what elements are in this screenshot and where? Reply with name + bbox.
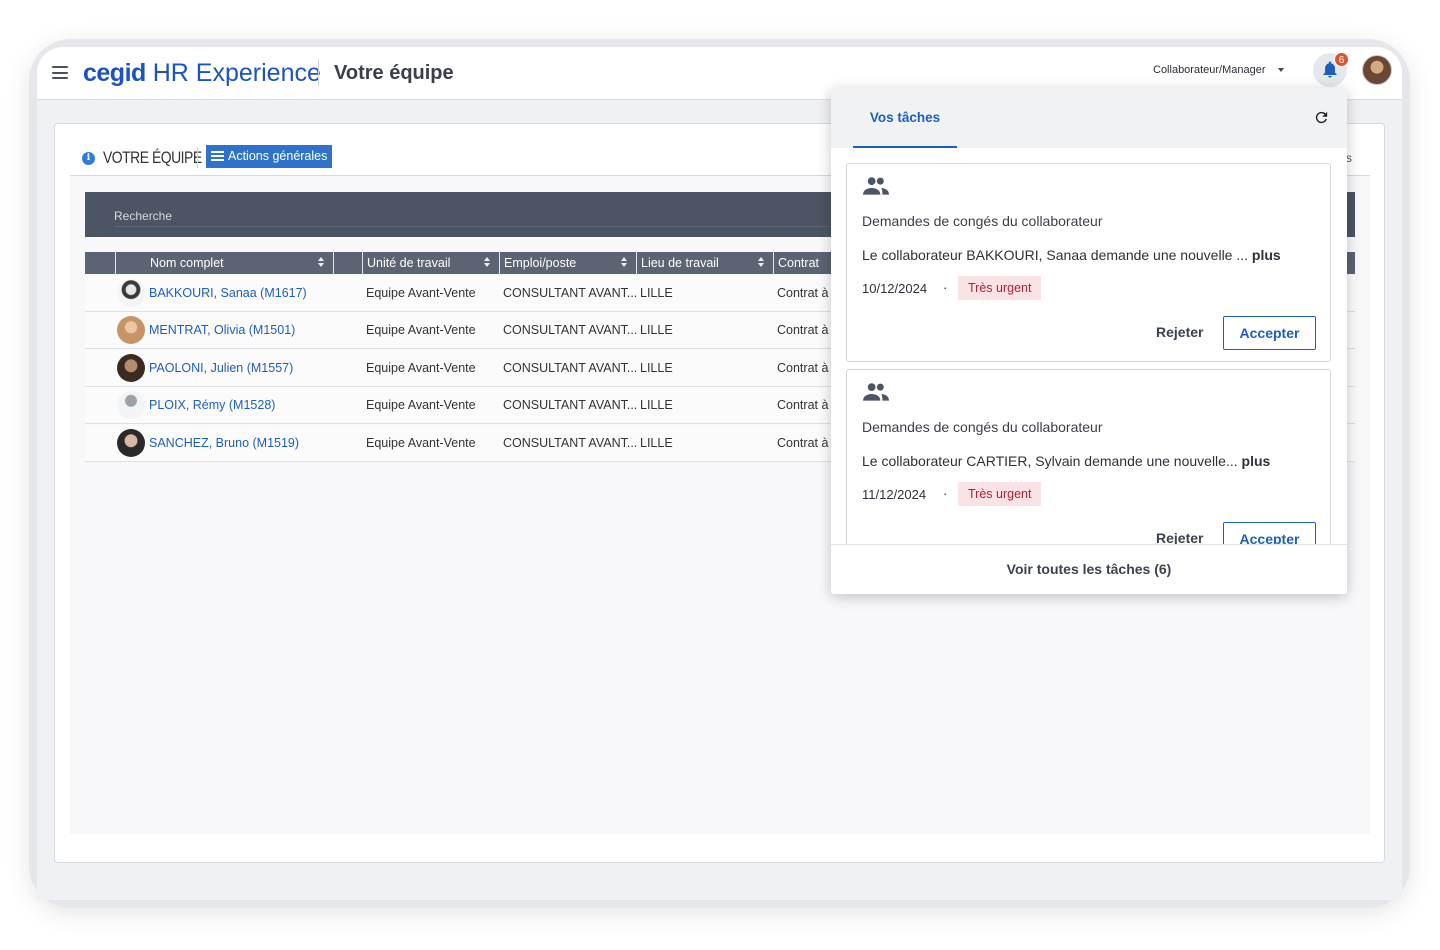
panel-title: VOTRE ÉQUIPE — [103, 148, 202, 167]
general-actions-button[interactable]: Actions générales — [206, 145, 333, 168]
accept-button[interactable]: Accepter — [1223, 316, 1316, 350]
task-description: Le collaborateur CARTIER, Sylvain demand… — [862, 453, 1271, 469]
more-link[interactable]: plus — [1242, 453, 1271, 469]
tasks-dropdown: Vos tâches Demandes de congés du collabo… — [831, 88, 1347, 594]
user-avatar[interactable] — [1362, 55, 1392, 85]
more-link[interactable]: plus — [1252, 247, 1281, 263]
sort-icon — [758, 257, 765, 268]
contract-cell: Contrat à — [777, 361, 829, 375]
unit-cell: Equipe Avant-Vente — [366, 323, 476, 337]
info-icon[interactable]: i — [82, 152, 95, 165]
avatar — [117, 429, 145, 457]
job-cell: CONSULTANT AVANT... — [503, 286, 638, 300]
sort-icon — [621, 257, 628, 268]
column-header-spacer — [333, 252, 362, 274]
separator-dot: · — [943, 280, 948, 295]
avatar — [117, 391, 145, 419]
reject-button[interactable]: Rejeter — [1156, 324, 1203, 340]
avatar — [117, 354, 145, 382]
people-icon — [863, 383, 889, 401]
menu-icon[interactable] — [52, 66, 68, 79]
avatar — [117, 316, 145, 344]
people-icon — [863, 177, 889, 195]
column-header-job[interactable]: Emploi/poste — [499, 252, 636, 274]
role-selector[interactable]: Collaborateur/Manager — [1153, 64, 1284, 76]
contract-cell: Contrat à — [777, 323, 829, 337]
task-date: 11/12/2024 — [862, 487, 927, 502]
page-title: Votre équipe — [334, 62, 454, 84]
task-card: Demandes de congés du collaborateur Le c… — [846, 369, 1331, 544]
role-label: Collaborateur/Manager — [1153, 64, 1266, 76]
unit-cell: Equipe Avant-Vente — [366, 361, 476, 375]
general-actions-label: Actions générales — [228, 149, 328, 163]
avatar — [117, 279, 145, 307]
logo-brand: cegid — [83, 59, 146, 87]
place-cell: LILLE — [640, 398, 673, 412]
task-date: 10/12/2024 — [862, 281, 928, 296]
place-cell: LILLE — [640, 436, 673, 450]
contract-cell: Contrat à — [777, 286, 829, 300]
header-divider — [197, 147, 198, 168]
column-header-unit[interactable]: Unité de travail — [362, 252, 499, 274]
unit-cell: Equipe Avant-Vente — [366, 286, 476, 300]
view-all-tasks-link[interactable]: Voir toutes les tâches (6) — [831, 544, 1347, 594]
tab-your-tasks[interactable]: Vos tâches — [853, 88, 957, 148]
place-cell: LILLE — [640, 361, 673, 375]
unit-cell: Equipe Avant-Vente — [366, 436, 476, 450]
reject-button[interactable]: Rejeter — [1156, 530, 1203, 544]
refresh-icon[interactable] — [1313, 109, 1330, 126]
employee-name-link[interactable]: MENTRAT, Olivia (M1501) — [149, 323, 295, 337]
notification-badge: 6 — [1334, 52, 1349, 67]
app-screen: cegid HR Experience Votre équipe Collabo… — [37, 47, 1402, 900]
job-cell: CONSULTANT AVANT... — [503, 323, 638, 337]
job-cell: CONSULTANT AVANT... — [503, 436, 638, 450]
notifications-button[interactable]: 6 — [1313, 52, 1349, 87]
task-title: Demandes de congés du collaborateur — [862, 419, 1103, 435]
employee-name-link[interactable]: SANCHEZ, Bruno (M1519) — [149, 436, 299, 450]
accept-button[interactable]: Accepter — [1223, 522, 1316, 544]
app-logo[interactable]: cegid HR Experience — [83, 58, 321, 88]
search-input[interactable] — [114, 205, 874, 227]
task-card: Demandes de congés du collaborateur Le c… — [846, 163, 1331, 362]
job-cell: CONSULTANT AVANT... — [503, 398, 638, 412]
employee-name-link[interactable]: BAKKOURI, Sanaa (M1617) — [149, 286, 307, 300]
title-divider — [318, 59, 319, 86]
employee-name-link[interactable]: PLOIX, Rémy (M1528) — [149, 398, 275, 412]
job-cell: CONSULTANT AVANT... — [503, 361, 638, 375]
contract-cell: Contrat à — [777, 436, 829, 450]
list-icon — [211, 151, 224, 161]
place-cell: LILLE — [640, 286, 673, 300]
sort-icon — [484, 257, 491, 268]
logo-product: HR Experience — [152, 59, 321, 87]
task-description: Le collaborateur BAKKOURI, Sanaa demande… — [862, 247, 1281, 263]
column-header-place[interactable]: Lieu de travail — [636, 252, 773, 274]
priority-badge: Très urgent — [958, 276, 1042, 300]
contract-cell: Contrat à — [777, 398, 829, 412]
chevron-down-icon — [1277, 68, 1284, 73]
separator-dot: · — [943, 486, 948, 501]
tasks-header: Vos tâches — [831, 88, 1347, 148]
sort-icon — [318, 257, 325, 268]
place-cell: LILLE — [640, 323, 673, 337]
priority-badge: Très urgent — [958, 482, 1042, 506]
column-header-name[interactable]: Nom complet — [115, 252, 333, 274]
task-title: Demandes de congés du collaborateur — [862, 213, 1103, 229]
tasks-list: Demandes de congés du collaborateur Le c… — [831, 148, 1347, 544]
employee-name-link[interactable]: PAOLONI, Julien (M1557) — [149, 361, 293, 375]
unit-cell: Equipe Avant-Vente — [366, 398, 476, 412]
